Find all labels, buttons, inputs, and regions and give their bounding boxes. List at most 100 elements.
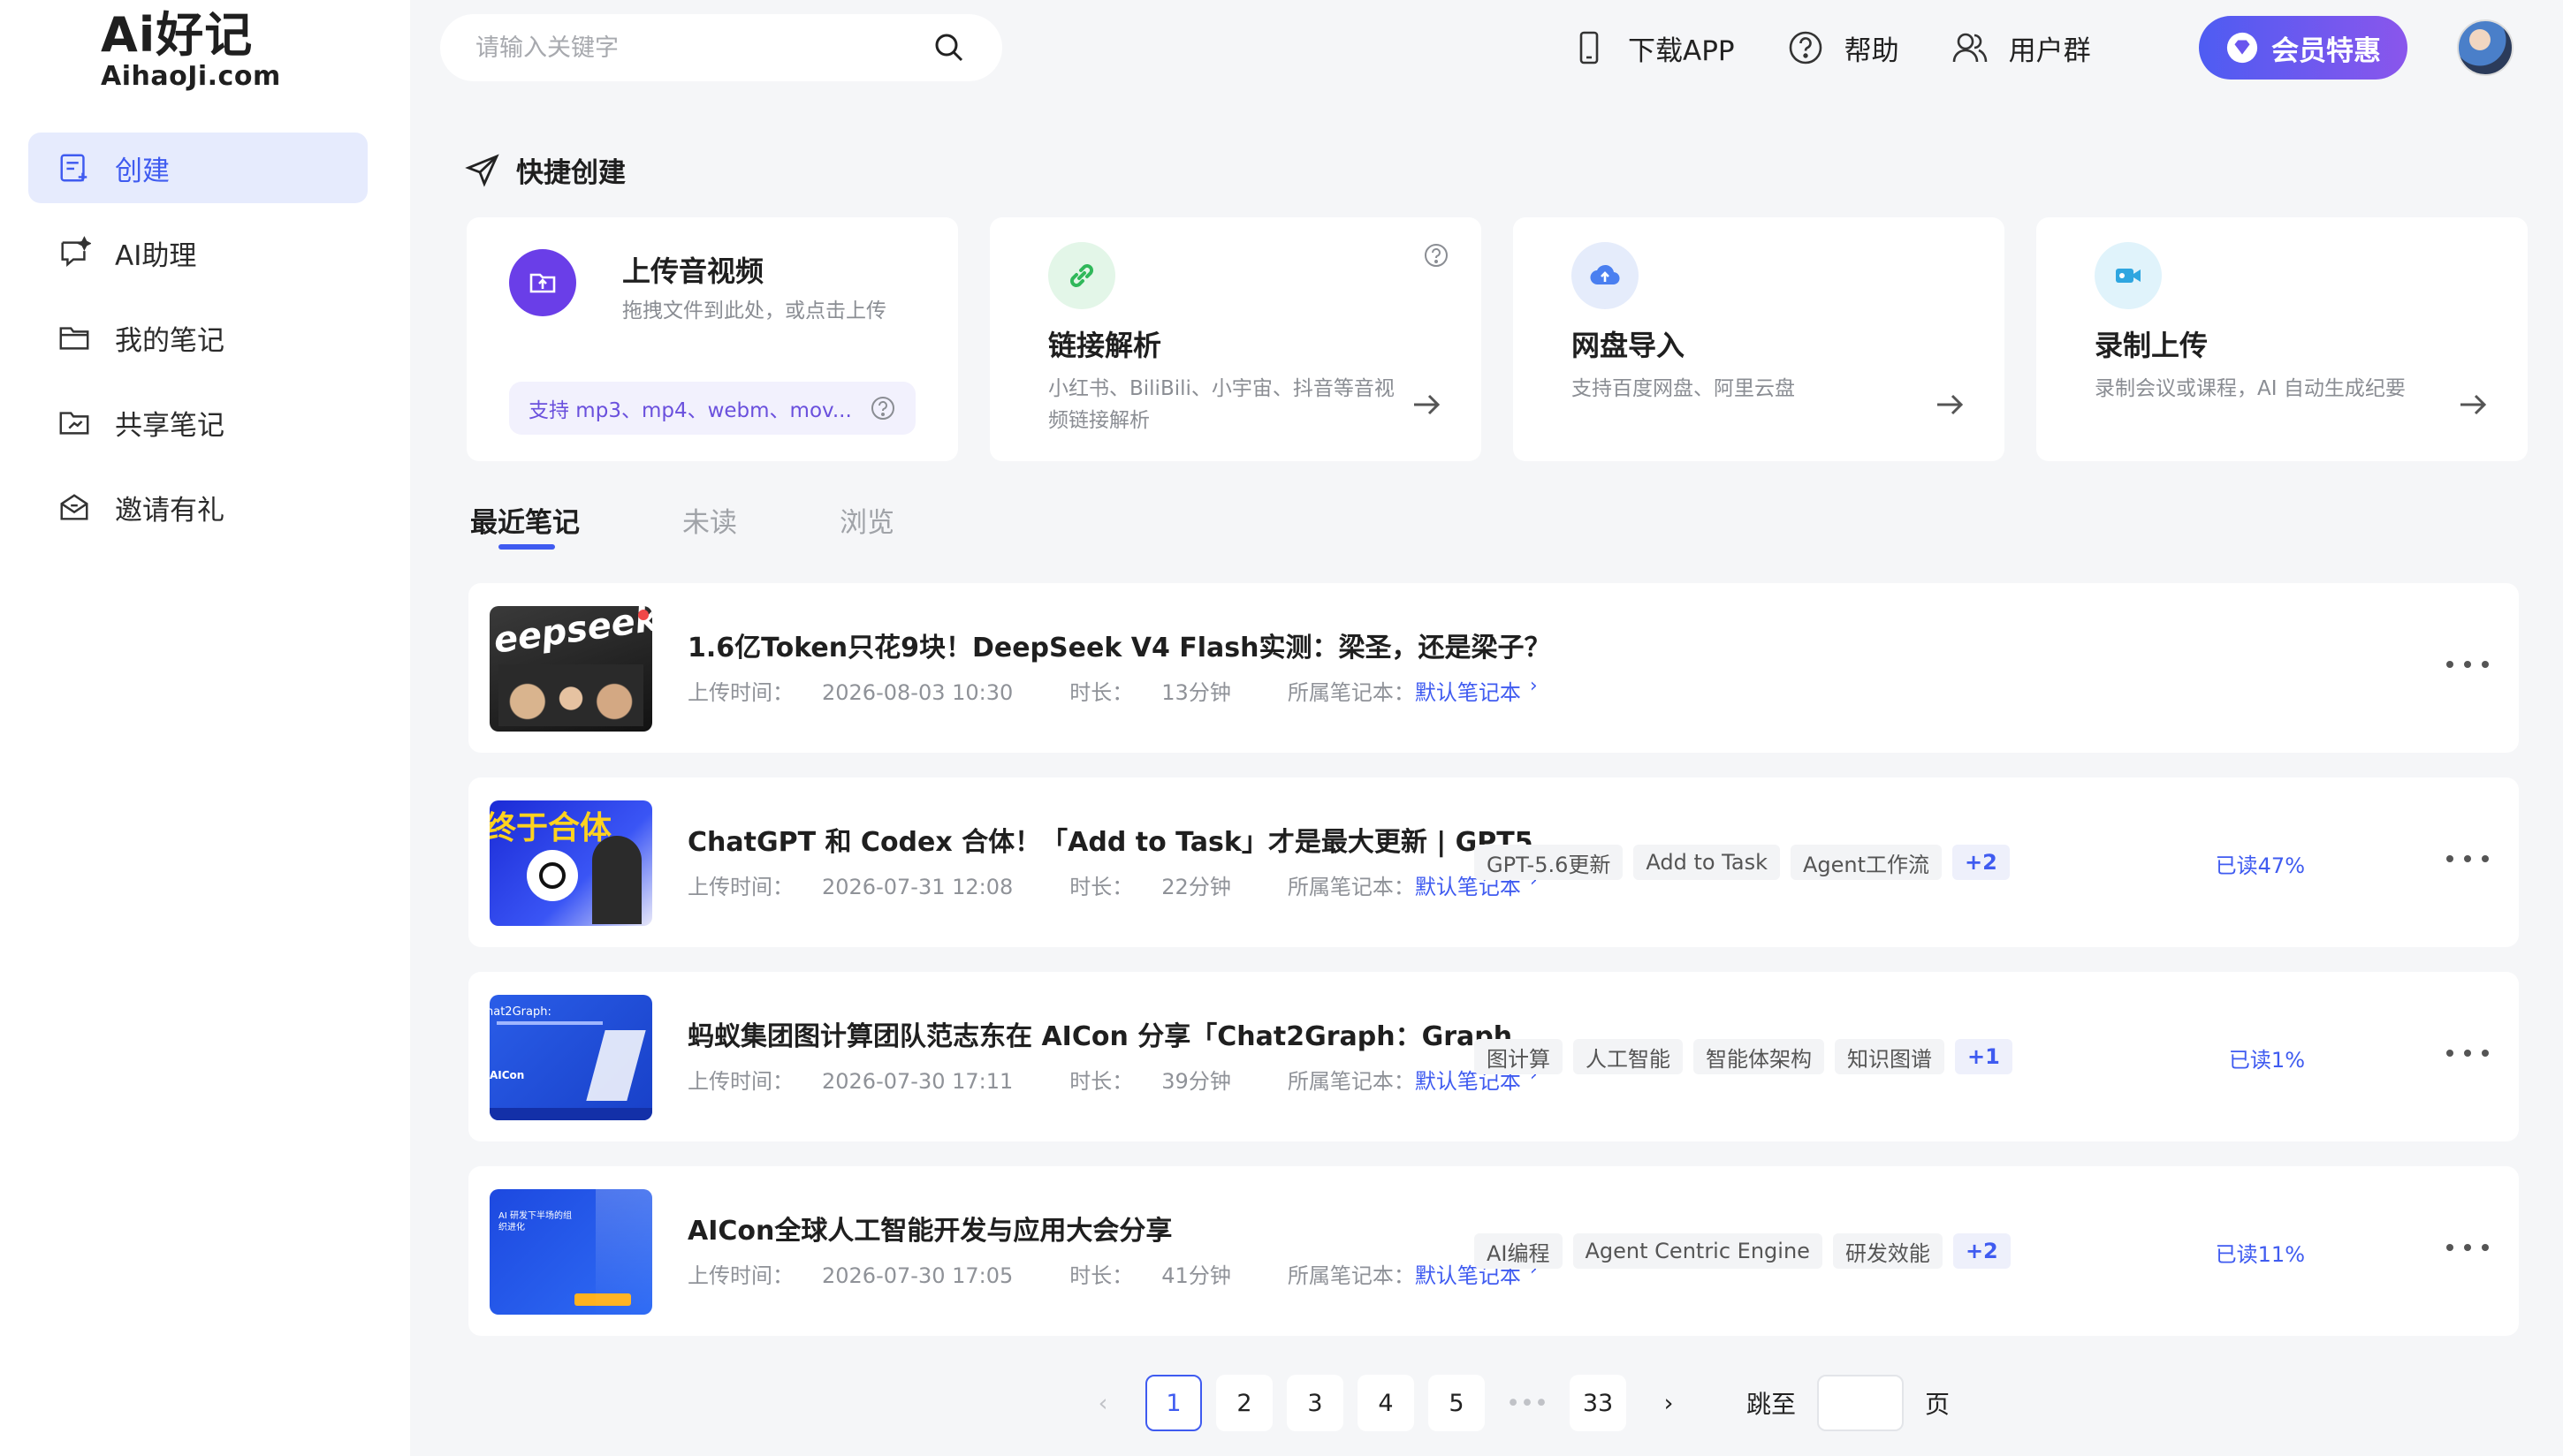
logo[interactable]: Ai好记 AihaoJi.com (101, 7, 280, 94)
notes-tabs: 最近笔记 未读 浏览 (470, 500, 997, 550)
tag[interactable]: 智能体架构 (1693, 1039, 1824, 1074)
tab-unread[interactable]: 未读 (682, 500, 737, 540)
send-icon (465, 153, 499, 187)
sidebar-item-label: AI助理 (115, 239, 197, 272)
note-title[interactable]: 1.6亿Token只花9块！DeepSeek V4 Flash实测：梁圣，还是梁… (688, 626, 1551, 664)
search-input[interactable] (475, 34, 932, 62)
vip-offer-button[interactable]: 会员特惠 (2199, 16, 2407, 80)
note-row[interactable]: 终于合体 ChatGPT 和 Codex 合体！「Add to Task」才是最… (468, 777, 2519, 947)
prev-page-button[interactable]: ‹ (1075, 1375, 1131, 1431)
more-options-icon[interactable] (2446, 841, 2489, 876)
cloud-import-card[interactable]: 网盘导入 支持百度网盘、阿里云盘 (1513, 217, 2004, 461)
link-parse-card[interactable]: 链接解析 小红书、BiliBili、小宇宙、抖音等音视 频链接解析 (990, 217, 1481, 461)
tag[interactable]: Agent工作流 (1790, 845, 1943, 880)
more-tags-badge[interactable]: +2 (1952, 845, 2010, 880)
next-page-button[interactable]: › (1640, 1375, 1697, 1431)
unread-dot (638, 610, 649, 620)
sidebar-item-label: 共享笔记 (115, 409, 224, 442)
search-icon[interactable] (932, 30, 967, 65)
page-ellipsis[interactable]: ••• (1499, 1375, 1555, 1431)
more-options-icon[interactable] (2446, 1035, 2489, 1071)
page-button[interactable]: 2 (1216, 1375, 1273, 1431)
notebook-label: 所属笔记本： (1287, 1263, 1415, 1288)
card-title: 网盘导入 (1571, 329, 1685, 362)
note-row[interactable]: AI 研发下半场的组织进化 AICon全球人工智能开发与应用大会分享 上传时间：… (468, 1166, 2519, 1336)
duration: 时长： 39分钟 (1069, 1069, 1231, 1094)
cloud-upload-icon (1571, 242, 1639, 309)
diamond-icon (2226, 32, 2258, 64)
tag[interactable]: Add to Task (1633, 845, 1780, 880)
sidebar-item-label: 我的笔记 (115, 324, 224, 357)
tag[interactable]: Agent Centric Engine (1572, 1233, 1822, 1269)
note-title[interactable]: AICon全球人工智能开发与应用大会分享 (688, 1209, 1172, 1247)
note-thumbnail: eepseek (490, 606, 652, 732)
jump-label: 跳至 (1746, 1390, 1797, 1419)
upload-time: 上传时间： 2026-07-30 17:11 (688, 1069, 1014, 1094)
thumbnail-caption: 终于合体 (490, 810, 612, 846)
page-button[interactable]: 1 (1145, 1375, 1202, 1431)
tab-browse[interactable]: 浏览 (840, 500, 894, 540)
note-meta: 上传时间： 2026-07-31 12:08 时长： 22分钟 所属笔记本： 默认笔… (688, 869, 1566, 900)
phone-icon (1579, 31, 1599, 64)
read-progress: 已读47% (2215, 853, 2305, 878)
header-links: 下载APP 帮助 用户群 (1570, 21, 2142, 74)
page-button[interactable]: 4 (1358, 1375, 1414, 1431)
record-upload-card[interactable]: 录制上传 录制会议或课程，AI 自动生成纪要 (2036, 217, 2528, 461)
duration: 时长： 13分钟 (1069, 680, 1231, 705)
sidebar-item-create[interactable]: 创建 (28, 133, 368, 203)
search-bar (440, 14, 1002, 81)
note-title[interactable]: ChatGPT 和 Codex 合体！「Add to Task」才是最大更新 |… (688, 820, 1573, 859)
sidebar-item-invite[interactable]: 邀请有礼 (28, 472, 368, 542)
download-app-label: 下载APP (1628, 34, 1735, 67)
card-title: 链接解析 (1048, 329, 1162, 362)
tag[interactable]: AI编程 (1474, 1233, 1563, 1269)
page-jump-input[interactable] (1817, 1375, 1905, 1431)
note-row[interactable]: eepseek 1.6亿Token只花9块！DeepSeek V4 Flash实… (468, 583, 2519, 753)
page-button[interactable]: 5 (1428, 1375, 1485, 1431)
sidebar-item-shared-notes[interactable]: 共享笔记 (28, 387, 368, 458)
upload-media-card[interactable]: 上传音视频 拖拽文件到此处，或点击上传 支持 mp3、mp4、webm、mov.… (467, 217, 958, 461)
user-avatar[interactable] (2457, 19, 2514, 76)
more-options-icon[interactable] (2446, 1230, 2489, 1265)
user-group-label: 用户群 (2008, 34, 2091, 67)
arrow-right-icon[interactable] (1409, 387, 1444, 422)
sidebar: Ai好记 AihaoJi.com 创建 AI助理 我的笔记 共享笔记 邀请有礼 (0, 0, 410, 1456)
help-icon[interactable] (870, 395, 896, 421)
arrow-right-icon[interactable] (2455, 387, 2491, 422)
sidebar-item-ai-assistant[interactable]: AI助理 (28, 217, 368, 288)
supported-formats-text: 支持 mp3、mp4、webm、mov... (529, 399, 852, 422)
note-thumbnail: 终于合体 (490, 800, 652, 926)
notebook-link[interactable]: 默认笔记本 (1415, 675, 1521, 706)
note-tags: 图计算 人工智能 智能体架构 知识图谱 +1 (1474, 1039, 2023, 1074)
tag[interactable]: 人工智能 (1573, 1039, 1683, 1074)
page-button[interactable]: 3 (1287, 1375, 1343, 1431)
tag[interactable]: 图计算 (1474, 1039, 1563, 1074)
logo-wordmark: Ai好记 (101, 7, 254, 63)
note-tags: AI编程 Agent Centric Engine 研发效能 +2 (1474, 1233, 2021, 1269)
quick-create-title: 快捷创建 (516, 157, 626, 189)
tab-recent-notes[interactable]: 最近笔记 (470, 500, 580, 550)
arrow-right-icon[interactable] (1932, 387, 1967, 422)
folder-icon (57, 320, 92, 355)
more-tags-badge[interactable]: +1 (1955, 1039, 2012, 1074)
upload-time: 上传时间： 2026-07-31 12:08 (688, 875, 1014, 899)
page-button[interactable]: 33 (1570, 1375, 1626, 1431)
sidebar-item-my-notes[interactable]: 我的笔记 (28, 302, 368, 373)
more-tags-badge[interactable]: +2 (1952, 1233, 2011, 1269)
help-icon (1789, 31, 1821, 64)
tag[interactable]: 研发效能 (1832, 1233, 1943, 1269)
card-title: 上传音视频 (622, 254, 764, 288)
download-app-link[interactable]: 下载APP (1570, 28, 1735, 68)
card-desc-line: 小红书、BiliBili、小宇宙、抖音等音视 (1048, 377, 1395, 400)
note-row[interactable]: hat2Graph: AICon 蚂蚁集团图计算团队范志东在 AICon 分享「… (468, 972, 2519, 1141)
note-meta: 上传时间： 2026-08-03 10:30 时长： 13分钟 所属笔记本： 默认笔… (688, 675, 1566, 706)
help-link[interactable]: 帮助 (1786, 28, 1899, 68)
note-title[interactable]: 蚂蚁集团图计算团队范志东在 AICon 分享「Chat2Graph：Graph … (688, 1014, 1552, 1053)
user-group-link[interactable]: 用户群 (1951, 28, 2091, 68)
help-icon[interactable] (1423, 242, 1449, 269)
more-options-icon[interactable] (2446, 647, 2489, 682)
tag[interactable]: GPT-5.6更新 (1474, 845, 1624, 880)
page-jump: 跳至 页 (1746, 1375, 1950, 1431)
tag[interactable]: 知识图谱 (1835, 1039, 1944, 1074)
card-desc: 拖拽文件到此处，或点击上传 (622, 300, 886, 322)
